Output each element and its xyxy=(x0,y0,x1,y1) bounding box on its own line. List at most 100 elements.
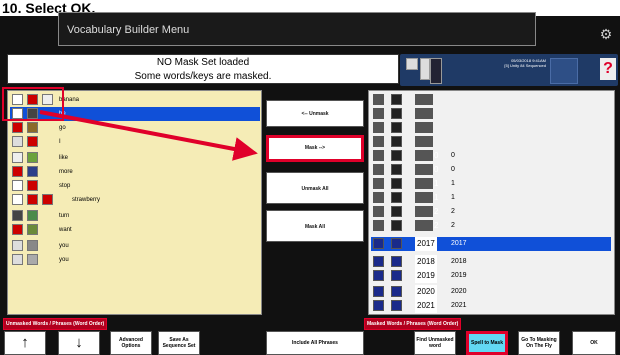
device-status-bar: 05/03/2018 9:41AM [5] Unity 84 Sequenced xyxy=(400,54,618,86)
cell-box xyxy=(415,206,433,217)
icon xyxy=(373,94,384,105)
list-item[interactable] xyxy=(371,135,611,149)
move-down-button[interactable]: ↓ xyxy=(58,331,100,355)
list-item[interactable]: you xyxy=(10,239,260,253)
icon xyxy=(27,240,38,251)
list-item-label: you xyxy=(59,257,69,263)
masked-section-label: Masked Words / Phrases (Word Order) xyxy=(364,318,462,330)
find-unmasked-word-button[interactable]: Find Unmasked word xyxy=(414,331,456,355)
list-item[interactable]: banana xyxy=(10,93,260,107)
cell-number: 2021 xyxy=(415,299,437,313)
list-item[interactable]: want xyxy=(10,223,260,237)
list-item-label: go xyxy=(59,125,66,131)
mask-all-button[interactable]: Mask All xyxy=(266,210,364,242)
icon xyxy=(391,192,402,203)
list-item-selected[interactable]: be xyxy=(10,107,260,121)
icon xyxy=(12,166,23,177)
cell-box xyxy=(415,122,433,133)
list-item[interactable]: 1 1 xyxy=(371,191,611,205)
icon xyxy=(391,150,402,161)
save-as-sequence-set-button[interactable]: Save As Sequence Set xyxy=(158,331,200,355)
icon xyxy=(391,94,402,105)
advanced-options-button[interactable]: Advanced Options xyxy=(110,331,152,355)
unmask-button[interactable]: <-- Unmask xyxy=(266,100,364,127)
list-item[interactable]: 2021 2021 xyxy=(371,299,611,313)
cell-value: 2020 xyxy=(451,288,467,295)
list-item[interactable]: 1 1 xyxy=(371,177,611,191)
list-item[interactable] xyxy=(371,93,611,107)
list-item-label: turn xyxy=(59,213,70,219)
icon xyxy=(391,178,402,189)
list-item-label: more xyxy=(59,169,73,175)
list-item[interactable]: 2 2 xyxy=(371,205,611,219)
list-item[interactable]: like xyxy=(10,151,260,165)
list-item[interactable]: turn xyxy=(10,209,260,223)
list-item[interactable] xyxy=(371,107,611,121)
list-item[interactable]: 2020 2020 xyxy=(371,285,611,299)
cell-value: 2021 xyxy=(451,302,467,309)
list-item[interactable]: you xyxy=(10,253,260,267)
cell-value: 2 xyxy=(451,208,455,215)
list-item[interactable]: 0 0 xyxy=(371,149,611,163)
list-item-label: like xyxy=(59,155,69,161)
settings-gear-icon[interactable]: ⚙ xyxy=(598,26,614,42)
cell-number: 2020 xyxy=(415,285,437,299)
icon xyxy=(42,194,53,205)
icon xyxy=(27,94,38,105)
include-all-phrases-button[interactable]: Include All Phrases xyxy=(266,331,364,355)
list-item-label: want xyxy=(59,227,72,233)
cell-number: 1 xyxy=(434,179,439,188)
unmask-all-button[interactable]: Unmask All xyxy=(266,172,364,204)
icon xyxy=(12,180,23,191)
list-item[interactable]: go xyxy=(10,121,260,135)
icon xyxy=(373,256,384,267)
ok-button[interactable]: OK xyxy=(572,331,616,355)
masked-list[interactable]: 0 0 0 0 1 1 1 1 2 2 2 2 2017 2017 2018 2… xyxy=(368,90,615,315)
icon xyxy=(391,256,402,267)
list-item[interactable]: stop xyxy=(10,179,260,193)
list-item[interactable]: strawberry xyxy=(10,193,260,207)
icon xyxy=(373,178,384,189)
volume-icon xyxy=(420,58,430,80)
icon xyxy=(391,220,402,231)
list-item-selected[interactable]: 2017 2017 xyxy=(371,237,611,251)
cell-number: 0 xyxy=(434,165,439,174)
window-title: Vocabulary Builder Menu xyxy=(58,12,536,46)
icon xyxy=(373,286,384,297)
battery-icon xyxy=(406,58,418,70)
list-item[interactable]: 2019 2019 xyxy=(371,269,611,283)
icon xyxy=(27,122,38,133)
icon xyxy=(12,94,23,105)
list-item-label: banana xyxy=(59,97,80,103)
icon xyxy=(373,220,384,231)
icon xyxy=(12,122,23,133)
spell-to-mask-button[interactable]: Spell to Mask xyxy=(466,331,508,355)
icon xyxy=(27,166,38,177)
cell-value: 2017 xyxy=(451,240,467,247)
list-item[interactable]: 0 0 xyxy=(371,163,611,177)
icon xyxy=(373,192,384,203)
mask-button[interactable]: Mask --> xyxy=(266,135,364,162)
move-up-button[interactable]: ↑ xyxy=(4,331,46,355)
list-item[interactable] xyxy=(371,121,611,135)
go-to-masking-on-the-fly-button[interactable]: Go To Masking On The Fly xyxy=(518,331,560,355)
cell-box xyxy=(415,150,433,161)
help-icon[interactable]: ? xyxy=(600,58,616,80)
list-item-label: strawberry xyxy=(72,197,101,203)
list-item[interactable]: more xyxy=(10,165,260,179)
list-item-label: stop xyxy=(59,183,71,189)
list-item[interactable]: 2018 2018 xyxy=(371,255,611,269)
device-date: 05/03/2018 9:41AM [5] Unity 84 Sequenced xyxy=(466,58,546,68)
device-setname: [5] Unity 84 Sequenced xyxy=(504,63,546,68)
mask-status-line1: NO Mask Set loaded xyxy=(156,57,250,68)
list-item[interactable]: I xyxy=(10,135,260,149)
keyboard-icon xyxy=(550,58,578,84)
pencil-icon xyxy=(430,58,442,84)
cell-value: 0 xyxy=(451,166,455,173)
icon xyxy=(391,286,402,297)
icon xyxy=(373,136,384,147)
list-item[interactable]: 2 2 xyxy=(371,219,611,233)
unmasked-list[interactable]: banana be go I like more stop strawberry xyxy=(7,90,262,315)
icon xyxy=(391,238,402,249)
icon xyxy=(391,270,402,281)
